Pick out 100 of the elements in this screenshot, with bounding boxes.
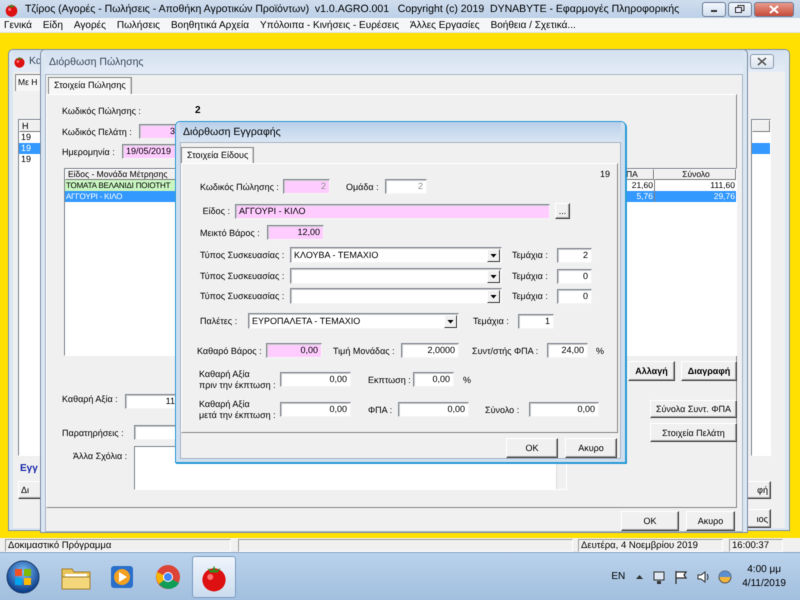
dropdown[interactable] [290,288,502,304]
text-field[interactable]: 0,00 [529,402,599,417]
window-title: Διόρθωση Πώλησης [49,56,144,68]
record-number: 19 [598,168,610,178]
tab[interactable]: Στοιχεία Πώλησης [48,77,132,95]
text-field[interactable]: 0 [557,268,592,284]
browse-button[interactable]: ... [555,203,570,219]
field-label: ΦΠΑ : [368,404,394,414]
menu-item[interactable]: Πωλήσεις [116,20,160,30]
table-cell-text: 21,60 [630,180,654,191]
text-field[interactable]: 2,0000 [401,343,459,358]
flag-icon [674,570,688,584]
field-label: Τύπος Συσκευασίας : [200,250,286,260]
table-cell: ΤΟΜΑΤΑ ΒΕΛΑΝΙΔΙ ΠΟΙΟΤΗΤ [65,180,176,191]
field-label: Μεικτό Βάρος : [200,228,261,238]
chevron-up-icon [635,573,644,580]
text-field[interactable]: 12,00 [267,225,324,240]
unit-label: % [463,374,472,384]
speaker-icon [696,570,710,584]
menu-item[interactable]: Υπόλοιπα - Κινήσεις - Ευρέσεις [260,20,400,30]
minimize-button[interactable] [702,2,726,16]
restore-icon [735,5,745,13]
text-field[interactable]: 0,00 [266,343,322,358]
field-label: Τύπος Συσκευασίας : [200,271,286,281]
text-field[interactable]: 0,00 [398,402,469,417]
restore-button[interactable] [728,2,752,16]
text-field[interactable]: 2 [557,248,592,262]
network-icon [652,570,666,584]
tomato-icon [4,2,19,16]
field-label: Τεμάχια : [473,316,510,326]
field-label: Τεμάχια : [512,271,549,281]
field-label: Παρατηρήσεις : [62,428,125,438]
text-field[interactable]: ΑΓΓΟΥΡΙ - ΚΙΛΟ [235,204,550,218]
field-label: Κωδικός Πελάτη : [62,126,133,136]
language-indicator[interactable]: EN [611,571,626,582]
field-label: Κωδικός Πώλησης : [200,182,280,192]
field-label: Καθαρή Αξία πριν την έκπτωση : [199,368,277,390]
status-time: 16:00:37 [729,539,783,552]
text-field[interactable]: 0 [557,288,592,304]
clock-time[interactable]: 4:00 μμ [747,564,781,575]
vat-totals-button[interactable]: Σύνολα Συντ. ΦΠΑ [650,400,737,418]
delete-button[interactable]: Διαγραφή [681,361,737,381]
close-icon [769,4,779,14]
field-label: Τεμάχια : [512,291,549,301]
text-field[interactable]: 0,00 [280,402,351,417]
change-button[interactable]: Αλλαγή [628,361,675,381]
field-label: Συντ/στής ΦΠΑ : [472,346,540,356]
unit-label: % [596,346,606,356]
field-label: Άλλα Σχόλια : [73,451,128,461]
tomato-icon [13,54,26,68]
field-label: Καθαρή Αξία μετά την έκπτωση : [199,398,277,420]
field-label: Σύνολο : [485,404,520,414]
field-label: Τιμή Μονάδας : [333,346,396,356]
text-field[interactable]: 0,00 [280,372,351,387]
status-date: Δευτέρα, 4 Νοεμβρίου 2019 [578,539,723,552]
field-label: Τύπος Συσκευασίας : [200,291,286,301]
column-header: Σύνολο [654,169,736,180]
tab[interactable]: Στοιχεία Είδους [181,147,254,164]
customer-info-button[interactable]: Στοιχεία Πελάτη [650,423,737,442]
dropdown[interactable] [290,268,502,284]
close-icon [757,56,767,66]
ok-button[interactable]: OK [506,438,558,458]
field-label: Κωδικός Πώλησης : [62,106,142,116]
field-label: Ομάδα : [346,182,380,192]
field-label: Καθαρό Βάρος : [197,346,263,356]
field-label: Ημερομηνία : [62,146,116,156]
field-label: Είδος : [202,206,230,216]
dropdown[interactable]: ΚΛΟΥΒΑ - ΤΕΜΑΧΙΟ [290,247,502,263]
status-text: Δοκιμαστικό Πρόγραμμα [5,539,231,552]
menu-item[interactable]: Αγορές [74,20,106,30]
circle-icon [718,570,732,584]
table-cell: ΑΓΓΟΥΡΙ - ΚΙΛΟ [65,191,176,202]
menu-item[interactable]: Γενικά [4,20,32,30]
table-cell: 29,76 [654,191,736,202]
window-title: Τζίρος (Αγορές - Πωλήσεις - Αποθήκη Αγροτικών Προϊόντων) v1.0.AGRO.001 Copyright (c) 2019 DYNABYTE - Εφαρμογές Πληροφορικής [25,3,680,15]
dropdown[interactable]: ΕΥΡΟΠΑΛΕΤΑ - ΤΕΜΑΧΙΟ [248,313,459,329]
cancel-button[interactable]: Ακυρο [565,438,617,458]
browser-icon [154,562,182,590]
menu-item[interactable]: Βοήθεια / Σχετικά... [490,20,576,30]
window-title: Διόρθωση Εγγραφής [183,126,281,138]
field-label: Καθαρή Αξία : [62,394,119,404]
ok-button[interactable]: OK [621,511,679,531]
menu-item[interactable]: Είδη [42,20,63,30]
text-field[interactable]: 1 [518,314,554,328]
field-label: Τεμάχια : [512,250,549,260]
close-button[interactable] [750,54,774,68]
text-field[interactable]: 24,00 [547,343,588,358]
section-title: Εγγ [20,462,39,474]
table-cell: 5,76 [625,191,654,202]
sale-code-value: 2 [195,105,202,116]
taskbar-button[interactable] [192,556,236,598]
field-label: Παλέτες : [200,316,238,326]
menu-item[interactable]: Βοηθητικά Αρχεία [171,20,250,30]
field-label: Εκπτωση : [368,374,410,384]
cancel-button[interactable]: Ακυρο [686,511,735,531]
clock-date[interactable]: 4/11/2019 [742,578,786,589]
close-button[interactable] [754,2,794,16]
menu-item[interactable]: Άλλες Εργασίες [410,20,480,30]
column-header: Είδος - Μονάδα Μέτρησης [65,169,176,180]
text-field[interactable]: 0,00 [413,372,454,387]
